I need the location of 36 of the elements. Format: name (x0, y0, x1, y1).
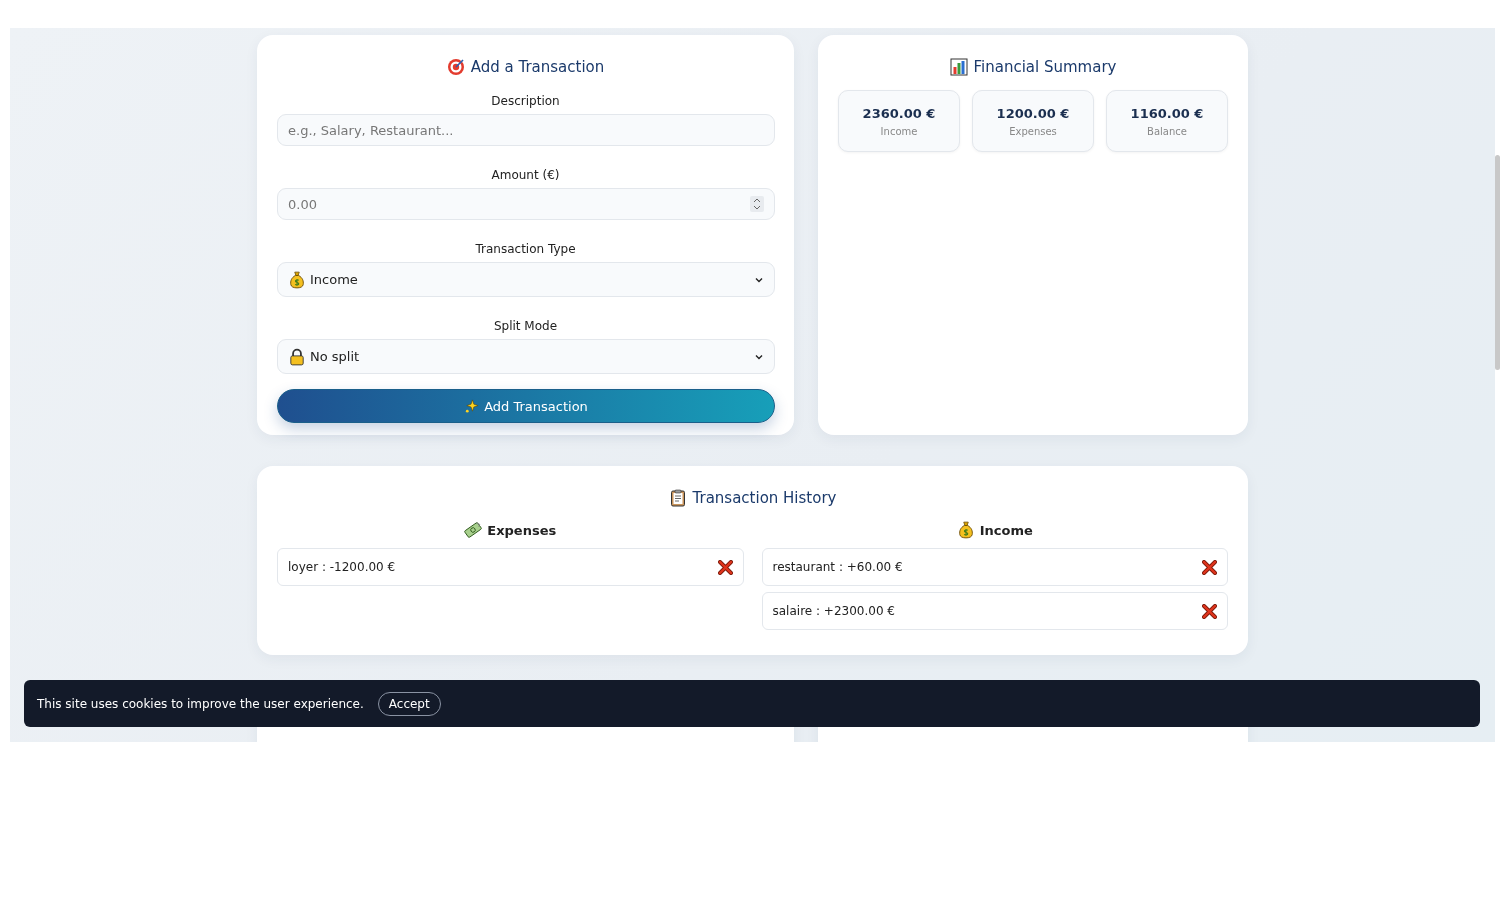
number-field[interactable]: 0.00 (277, 188, 775, 220)
transaction-text: salaire : +2300.00 € (772, 604, 895, 618)
column-title: Income (979, 522, 1033, 538)
delete-icon[interactable] (1202, 603, 1217, 619)
stat-label: Expenses (1009, 125, 1057, 137)
stat-value: 1160.00 € (1130, 105, 1204, 121)
column-title: Expenses (487, 522, 557, 538)
delete-icon[interactable] (717, 559, 733, 575)
cookie-text: This site uses cookies to improve the user experience. (37, 696, 364, 711)
spinner-icon[interactable] (750, 196, 764, 212)
card-title: Add a Transaction (470, 58, 605, 76)
card-title: Financial Summary (973, 58, 1117, 76)
stat-label: Balance (1147, 125, 1187, 137)
select-field[interactable]: Income (277, 262, 775, 297)
field-label: Transaction Type (474, 242, 577, 256)
add-transaction-button[interactable]: Add Transaction (277, 389, 775, 423)
text-field[interactable]: e.g., Salary, Restaurant... (277, 114, 775, 146)
clipboard-icon (668, 489, 687, 507)
field-label: Amount (€) (490, 168, 561, 182)
scrollbar[interactable] (1495, 155, 1500, 370)
stat-value: 2360.00 € (862, 105, 936, 121)
select-field[interactable]: No split (277, 339, 775, 374)
delete-icon[interactable] (1202, 559, 1217, 575)
field-label: Description (490, 94, 561, 108)
transaction-text: loyer : -1200.00 € (288, 560, 396, 574)
transaction-text: restaurant : +60.00 € (772, 560, 903, 574)
bar-chart-icon (949, 58, 968, 76)
field-label: Split Mode (492, 319, 559, 333)
sparkle-icon (464, 398, 480, 414)
target-icon (446, 58, 465, 76)
card-title: Transaction History (692, 489, 837, 507)
lock-icon (288, 347, 306, 366)
money-bag-icon (288, 270, 306, 289)
stat-label: Income (880, 125, 918, 137)
money-bag-icon (956, 521, 975, 539)
stat-value: 1200.00 € (996, 105, 1070, 121)
